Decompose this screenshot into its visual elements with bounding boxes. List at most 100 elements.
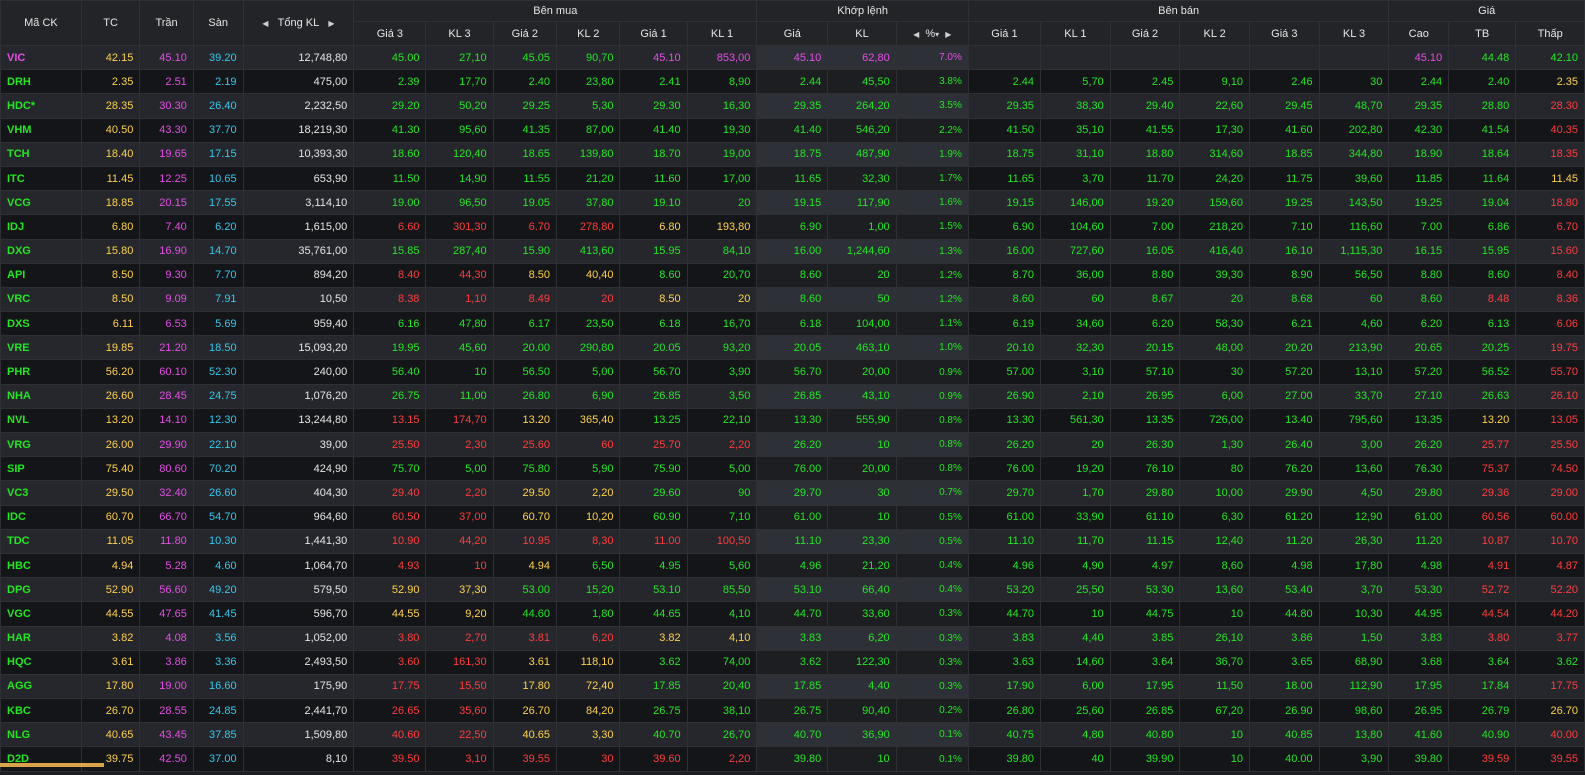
horizontal-scrollbar[interactable] xyxy=(0,763,104,767)
table-row[interactable]: DXG 15.80 16.90 14.70 35,761,00 15.85 287,40 15… xyxy=(0,238,1585,264)
table-cell: 2.39 xyxy=(353,69,427,95)
symbol-cell[interactable]: VC3 xyxy=(0,480,82,506)
table-row[interactable]: SIP 75.40 80.60 70.20 424,90 75.70 5,00 75.80 5,… xyxy=(0,456,1585,482)
col-ref[interactable]: TC xyxy=(80,0,141,46)
symbol-cell[interactable]: VRG xyxy=(0,431,82,458)
caret-left-icon[interactable]: ◀ xyxy=(262,19,268,28)
col-bid-vol-1[interactable]: KL 1 xyxy=(686,21,758,46)
caret-right-icon[interactable]: ▶ xyxy=(945,30,951,39)
table-row[interactable]: VRE 19.85 21.20 18.50 15,093,20 19.95 45,60 20.… xyxy=(0,335,1585,361)
table-row[interactable]: DRH 2.35 2.51 2.19 475,00 2.39 17,70 2.40 23,80 2… xyxy=(0,69,1585,95)
table-row[interactable]: HBC 4.94 5.28 4.60 1,064,70 4.93 10 4.94 6,50 4.9… xyxy=(0,552,1585,579)
table-row[interactable]: API 8.50 9.30 7.70 894,20 8.40 44,30 8.50 40,40 8… xyxy=(0,262,1585,288)
col-ask-vol-3[interactable]: KL 3 xyxy=(1318,21,1390,46)
col-total-volume[interactable]: ◀ Tổng KL ▶ xyxy=(242,0,355,46)
symbol-cell[interactable]: VHM xyxy=(0,117,82,143)
symbol-cell[interactable]: DXG xyxy=(0,238,82,264)
table-cell: 75.40 xyxy=(80,456,141,482)
col-bid-vol-2[interactable]: KL 2 xyxy=(556,21,621,46)
caret-right-icon[interactable]: ▶ xyxy=(328,19,334,28)
symbol-cell[interactable]: ITC xyxy=(0,165,82,192)
symbol-cell[interactable]: VIC xyxy=(0,44,82,71)
symbol-cell[interactable]: HQC xyxy=(0,649,82,675)
col-ask-price-3[interactable]: Giá 3 xyxy=(1249,21,1320,46)
symbol-cell[interactable]: PHR xyxy=(0,359,82,385)
symbol-cell[interactable]: NVL xyxy=(0,407,82,434)
table-row[interactable]: IDC 60.70 66.70 54.70 964,60 60.50 37,00 60.70 1… xyxy=(0,504,1585,530)
col-avg[interactable]: TB xyxy=(1448,21,1517,46)
table-cell: 8.49 xyxy=(492,286,558,313)
symbol-cell[interactable]: VGC xyxy=(0,601,82,627)
col-ask-vol-1[interactable]: KL 1 xyxy=(1040,21,1111,46)
table-row[interactable]: NHA 26.60 28.45 24.75 1,076,20 26.75 11,00 26.8… xyxy=(0,383,1585,409)
col-floor[interactable]: Sàn xyxy=(192,0,244,46)
table-row[interactable]: KBC 26.70 28.55 24.85 2,441,70 26.65 35,60 26.7… xyxy=(0,698,1585,724)
table-row[interactable]: NVL 13.20 14.10 12.30 13,244,80 13.15 174,70 13… xyxy=(0,407,1585,434)
col-symbol[interactable]: Mã CK xyxy=(0,0,82,46)
symbol-cell[interactable]: HBC xyxy=(0,552,82,579)
table-row[interactable]: VRG 26.00 29.90 22.10 39,00 25.50 2,30 25.60 60 2… xyxy=(0,431,1585,458)
col-bid-price-2[interactable]: Giá 2 xyxy=(492,21,558,46)
symbol-cell[interactable]: IDC xyxy=(0,504,82,530)
symbol-cell[interactable]: AGG xyxy=(0,673,82,700)
col-bid-price-3[interactable]: Giá 3 xyxy=(353,21,427,46)
table-row[interactable]: TCH 18.40 19.65 17.15 10,393,30 18.60 120,40 18… xyxy=(0,141,1585,167)
table-row[interactable]: VCG 18.85 20.15 17.55 3,114,10 19.00 96,50 19.0… xyxy=(0,190,1585,216)
table-row[interactable]: VC3 29.50 32.40 26.60 404,30 29.40 2,20 29.50 2,… xyxy=(0,480,1585,506)
table-row[interactable]: DXS 6.11 6.53 5.69 959,40 6.16 47,80 6.17 23,50 6… xyxy=(0,311,1585,337)
caret-left-icon[interactable]: ◀ xyxy=(913,30,919,39)
symbol-cell[interactable]: D2D xyxy=(0,746,82,772)
table-row[interactable]: NLG 40.65 43.45 37.85 1,509,80 40.60 22,50 40.6… xyxy=(0,722,1585,748)
table-row[interactable]: TDC 11.05 11.80 10.30 1,441,30 10.90 44,20 10.9… xyxy=(0,528,1585,554)
symbol-cell[interactable]: NLG xyxy=(0,722,82,748)
table-cell: 18.40 xyxy=(80,141,141,167)
table-cell: 1,076,20 xyxy=(242,383,355,409)
symbol-cell[interactable]: DPG xyxy=(0,577,82,603)
table-cell: 4.87 xyxy=(1515,552,1585,579)
table-cell: 7.70 xyxy=(192,262,244,288)
table-cell: 11.10 xyxy=(756,528,829,554)
table-row[interactable]: DPG 52.90 56.60 49.20 579,50 52.90 37,30 53.00 1… xyxy=(0,577,1585,603)
symbol-cell[interactable]: HAR xyxy=(0,625,82,651)
col-match-volume[interactable]: KL xyxy=(827,21,897,46)
col-bid-vol-3[interactable]: KL 3 xyxy=(425,21,494,46)
table-cell: 26.85 xyxy=(756,383,829,409)
table-row[interactable]: HAR 3.82 4.08 3.56 1,052,00 3.80 2,70 3.81 6,20 3… xyxy=(0,625,1585,651)
col-ask-price-2[interactable]: Giá 2 xyxy=(1109,21,1181,46)
symbol-cell[interactable]: VCG xyxy=(0,190,82,216)
col-ceiling[interactable]: Trần xyxy=(139,0,194,46)
col-change-percent[interactable]: ◀ %▾ ▶ xyxy=(895,21,969,46)
symbol-cell[interactable]: DXS xyxy=(0,311,82,337)
col-ask-price-1[interactable]: Giá 1 xyxy=(967,21,1042,46)
col-high[interactable]: Cao xyxy=(1388,21,1450,46)
col-low[interactable]: Thấp xyxy=(1515,21,1585,46)
table-row[interactable]: PHR 56.20 60.10 52.30 240,00 56.40 10 56.50 5,00… xyxy=(0,359,1585,385)
table-row[interactable]: ITC 11.45 12.25 10.65 653,90 11.50 14,90 11.55 2… xyxy=(0,165,1585,192)
symbol-cell[interactable]: SIP xyxy=(0,456,82,482)
symbol-cell[interactable]: DRH xyxy=(0,69,82,95)
col-match-price[interactable]: Giá xyxy=(756,21,829,46)
symbol-cell[interactable]: API xyxy=(0,262,82,288)
table-row[interactable]: AGG 17.80 19.00 16.60 175,90 17.75 15,50 17.80 7… xyxy=(0,673,1585,700)
table-row[interactable]: IDJ 6.80 7.40 6.20 1,615,00 6.60 301,30 6.70 278… xyxy=(0,214,1585,240)
symbol-cell[interactable]: TDC xyxy=(0,528,82,554)
table-row[interactable]: HQC 3.61 3.86 3.36 2,493,50 3.60 161,30 3.61 118… xyxy=(0,649,1585,675)
sort-down-icon[interactable]: ▾ xyxy=(935,30,939,39)
table-row[interactable]: D2D 39.75 42.50 37.00 8,10 39.50 3,10 39.55 30 39… xyxy=(0,746,1585,772)
table-cell: 53.40 xyxy=(1249,577,1320,603)
symbol-cell[interactable]: IDJ xyxy=(0,214,82,240)
table-row[interactable]: HDC* 28.35 30.30 26.40 2,232,50 29.20 50,20 29.… xyxy=(0,93,1585,119)
table-row[interactable]: VGC 44.55 47.65 41.45 596,70 44.55 9,20 44.60 1,… xyxy=(0,601,1585,627)
col-bid-price-1[interactable]: Giá 1 xyxy=(619,21,688,46)
col-ask-vol-2[interactable]: KL 2 xyxy=(1179,21,1250,46)
symbol-cell[interactable]: NHA xyxy=(0,383,82,409)
symbol-cell[interactable]: HDC* xyxy=(0,93,82,119)
symbol-cell[interactable]: TCH xyxy=(0,141,82,167)
table-row[interactable]: VRC 8.50 9.09 7.91 10,50 8.38 1,10 8.49 20 8.50 20… xyxy=(0,286,1585,313)
table-row[interactable]: VIC 42.15 45.10 39.20 12,748,80 45.00 27,10 45.… xyxy=(0,44,1585,71)
symbol-cell[interactable]: VRC xyxy=(0,286,82,313)
symbol-cell[interactable]: VRE xyxy=(0,335,82,361)
table-row[interactable]: VHM 40.50 43.30 37.70 18,219,30 41.30 95,60 41.… xyxy=(0,117,1585,143)
symbol-cell[interactable]: KBC xyxy=(0,698,82,724)
table-cell: 41.40 xyxy=(619,117,688,143)
